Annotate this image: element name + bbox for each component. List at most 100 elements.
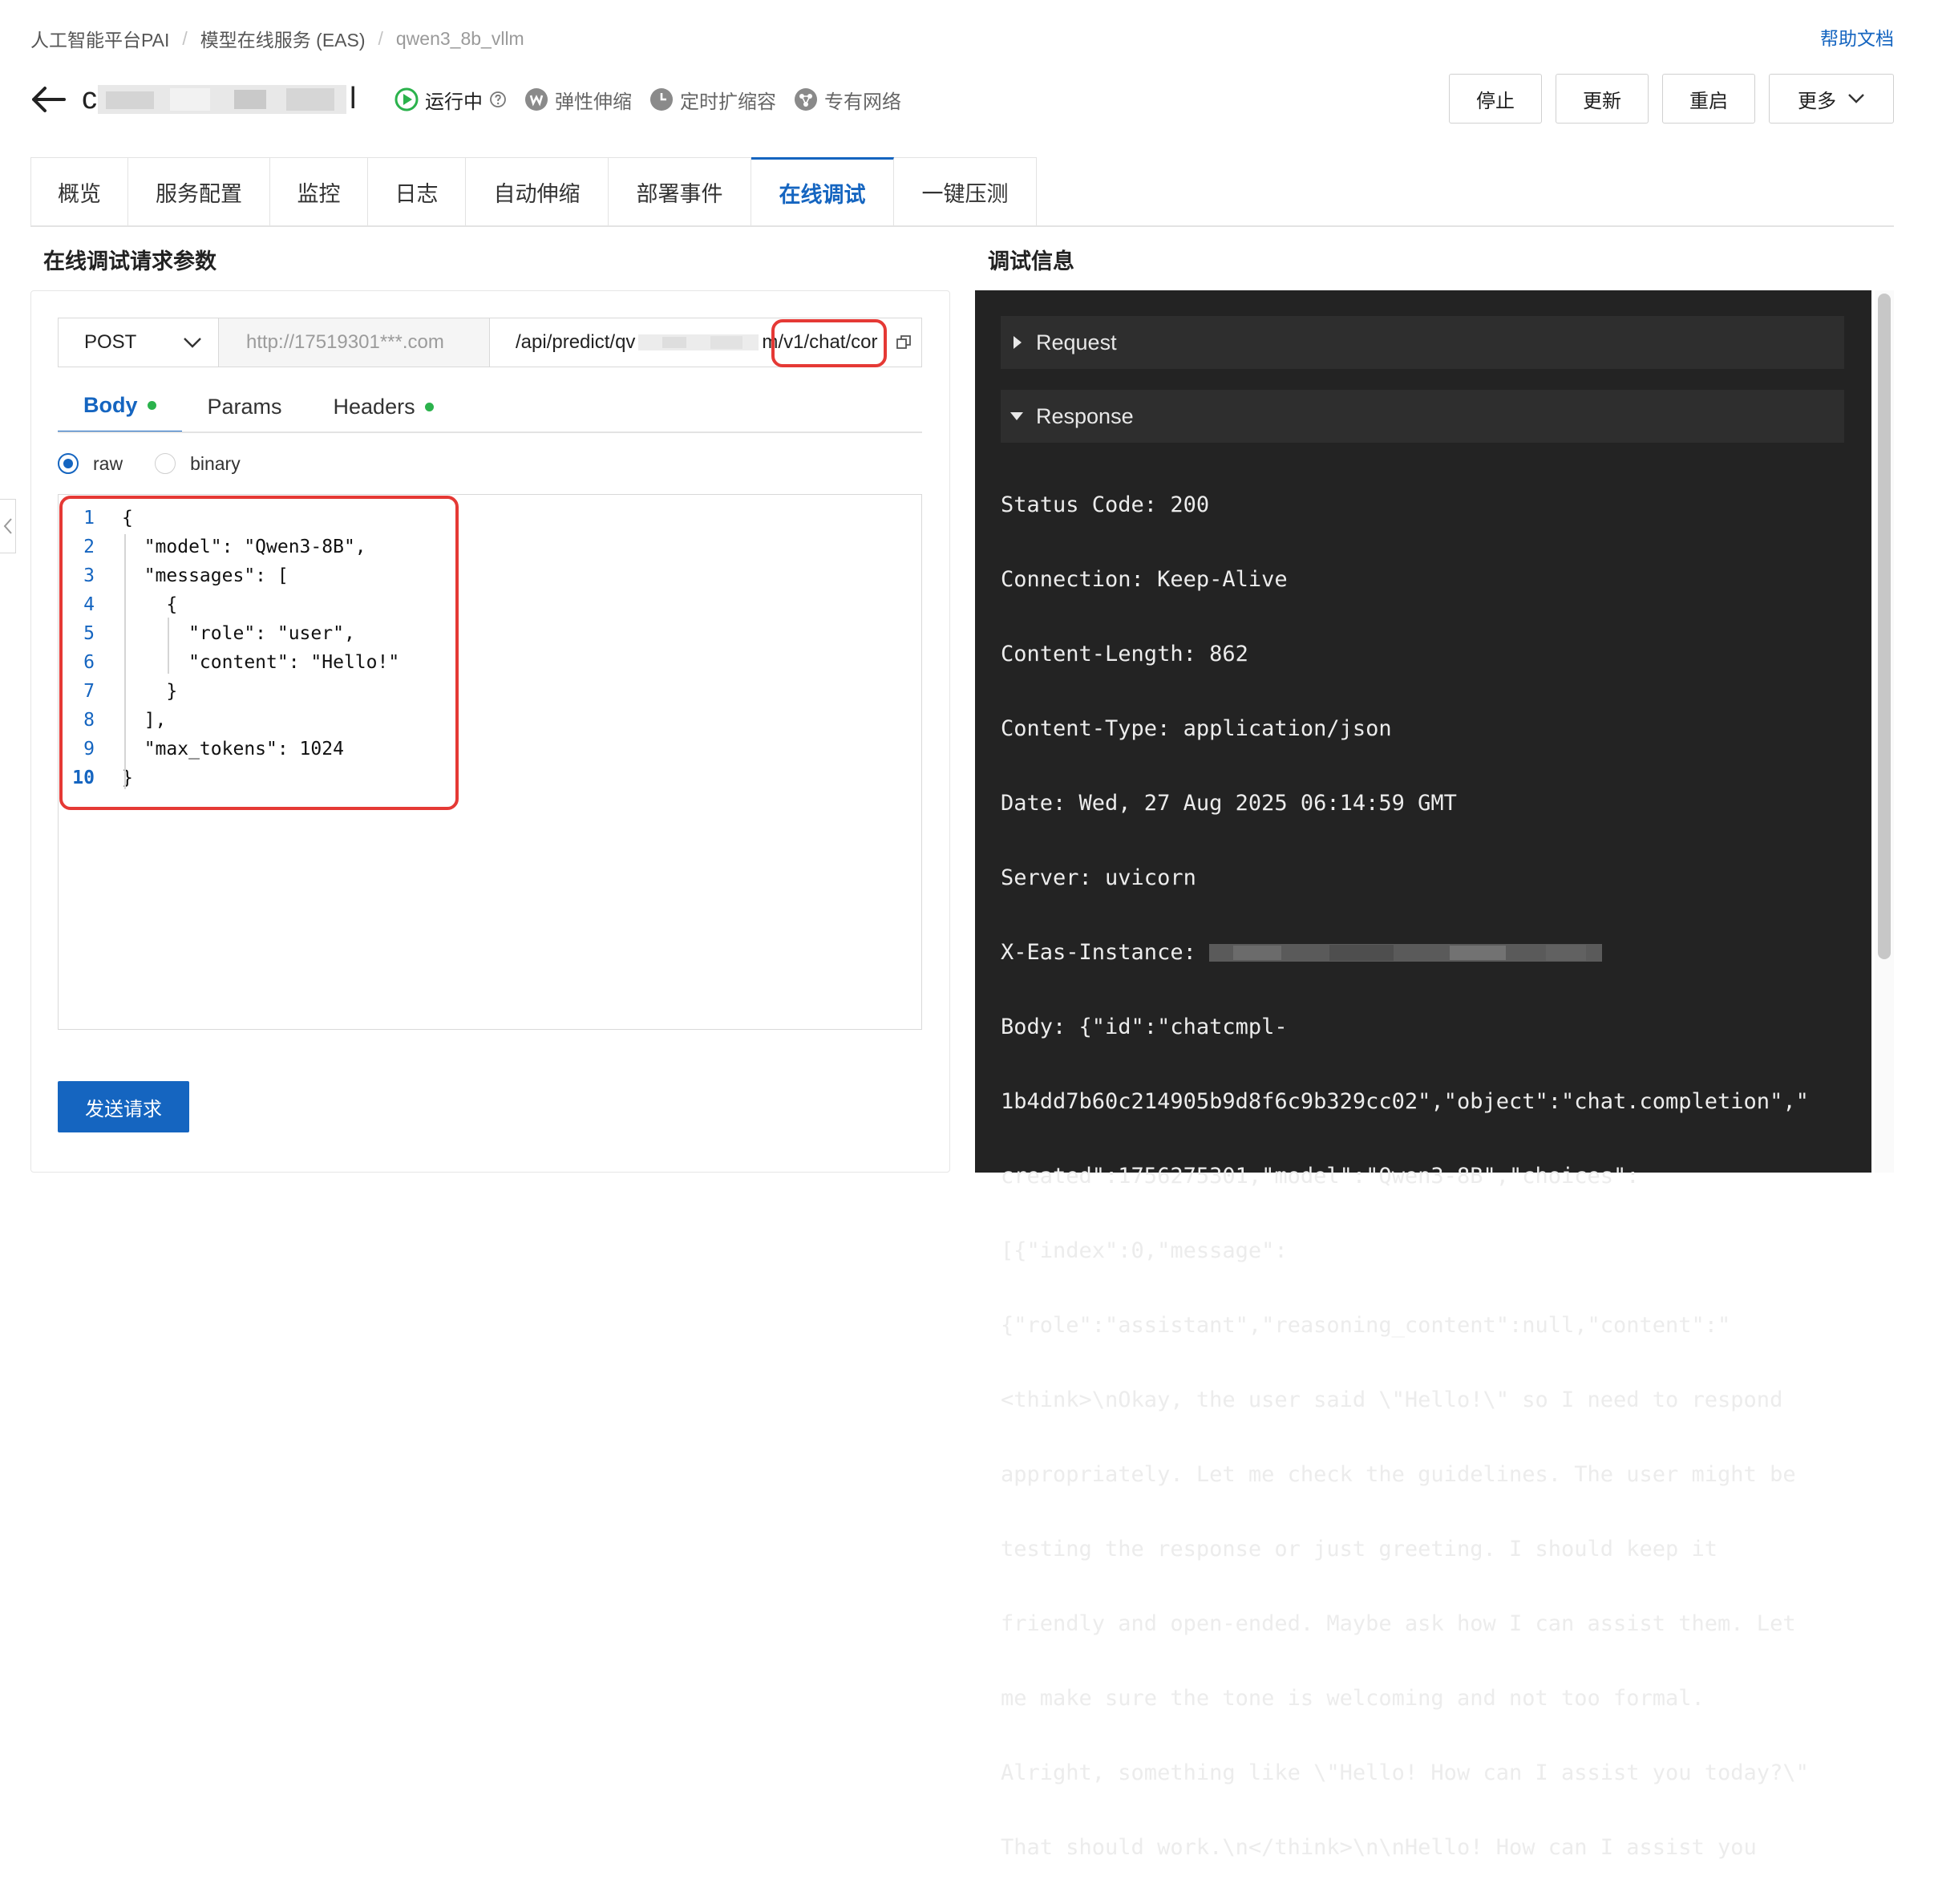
network-icon [795,88,817,111]
console-scrollbar[interactable] [1875,290,1894,1173]
subtab-headers[interactable]: Headers [308,380,459,433]
response-line: Status Code: 200 [1001,492,1210,517]
stop-button[interactable]: 停止 [1449,74,1542,124]
send-request-button[interactable]: 发送请求 [58,1081,189,1132]
response-line: me make sure the tone is welcoming and n… [1001,1685,1705,1711]
tab-service-config[interactable]: 服务配置 [128,157,270,226]
tab-stress-test[interactable]: 一键压测 [894,157,1037,226]
service-tabs: 概览 服务配置 监控 日志 自动伸缩 部署事件 在线调试 一键压测 [30,157,1037,226]
response-line-instance: X-Eas-Instance: [1001,934,1851,972]
status-scheduled: 定时扩缩容 [649,86,776,114]
update-button[interactable]: 更新 [1556,74,1649,124]
back-arrow-icon[interactable] [29,83,67,115]
running-icon [394,87,419,111]
status-vpc: 专有网络 [794,86,901,114]
tab-autoscaling[interactable]: 自动伸缩 [466,157,609,226]
help-circle-icon[interactable] [489,91,507,108]
body-set-dot [147,401,156,410]
response-line: Body: {"id":"chatcmpl- [1001,1014,1288,1039]
response-line: 1b4dd7b60c214905b9d8f6c9b329cc02","objec… [1001,1088,1809,1114]
response-line: friendly and open-ended. Maybe ask how I… [1001,1610,1796,1636]
raw-radio-label[interactable]: raw [93,453,123,475]
help-docs-link[interactable]: 帮助文档 [1820,24,1894,53]
copy-button[interactable] [886,318,921,367]
response-line: Alright, something like \"Hello! How can… [1001,1760,1809,1785]
body-highlight-box [59,496,459,810]
breadcrumb: 人工智能平台PAI / 模型在线服务 (EAS) / qwen3_8b_vllm [30,24,524,53]
copy-icon [896,335,911,349]
status-running-label: 运行中 [425,91,483,113]
debug-info-title: 调试信息 [988,249,1074,273]
response-line: {"role":"assistant","reasoning_content":… [1001,1312,1731,1338]
body-format-radios: raw binary [58,449,241,478]
breadcrumb-separator: / [182,27,188,49]
redaction-blur [98,85,346,114]
host-field: http://17519301***.com [219,318,490,367]
breadcrumb-item-pai[interactable]: 人工智能平台PAI [30,25,169,52]
response-line: [{"index":0,"message": [1001,1238,1288,1263]
tabs-divider [30,225,1894,227]
response-line: testing the response or just greeting. I… [1001,1536,1718,1562]
status-elastic: 弹性伸缩 [524,86,632,114]
breadcrumb-separator: / [378,27,383,49]
subtab-body-label: Body [83,393,138,417]
status-row: 运行中 弹性伸缩 定时扩缩容 专有网络 [394,83,919,115]
status-elastic-label: 弹性伸缩 [555,91,632,113]
tab-online-debug[interactable]: 在线调试 [751,157,894,226]
caret-down-icon [1010,412,1023,420]
subtab-params-label: Params [207,394,282,419]
redaction-blur [638,334,759,350]
status-scheduled-label: 定时扩缩容 [680,91,776,113]
subtab-headers-label: Headers [333,394,415,419]
response-line: Date: Wed, 27 Aug 2025 06:14:59 GMT [1001,790,1457,816]
service-name-suffix: l [350,82,357,115]
raw-radio[interactable] [58,453,79,474]
headers-set-dot [424,402,434,411]
subtabs-divider [58,431,922,433]
path-prefix: /api/predict/qv [516,331,636,353]
chevron-left-icon [3,518,12,534]
chevron-down-icon [1848,94,1864,103]
caret-right-icon [1014,336,1022,349]
status-running: 运行中 [394,86,507,114]
response-line: That should work.\n</think>\n\nHello! Ho… [1001,1834,1757,1860]
response-text: Status Code: 200 Connection: Keep-Alive … [1001,449,1851,1904]
restart-button[interactable]: 重启 [1662,74,1755,124]
response-line: Server: uvicorn [1001,865,1196,890]
subtab-params[interactable]: Params [182,380,308,433]
subtab-body[interactable]: Body [58,380,182,433]
more-dropdown-button[interactable]: 更多 [1769,74,1894,124]
tab-overview[interactable]: 概览 [30,157,128,226]
more-button-label: 更多 [1798,90,1836,112]
request-params-title: 在线调试请求参数 [43,249,216,273]
elastic-scaling-icon [525,88,548,111]
endpoint-highlight-box [771,319,887,367]
response-accordion-label: Response [1036,403,1134,428]
binary-radio-label[interactable]: binary [190,453,241,475]
binary-radio[interactable] [155,453,176,474]
response-line: X-Eas-Instance: [1001,939,1210,965]
breadcrumb-item-eas[interactable]: 模型在线服务 (EAS) [200,25,366,52]
response-line: appropriately. Let me check the guidelin… [1001,1461,1796,1487]
collapse-handle[interactable] [0,499,16,553]
request-subtabs: Body Params Headers [58,380,459,433]
action-buttons: 停止 更新 重启 更多 [1435,74,1894,124]
response-line: created":1756275301,"model":"Qwen3-8B","… [1001,1163,1640,1189]
redaction-blur [1209,944,1603,962]
response-accordion[interactable]: Response [1001,390,1844,443]
status-vpc-label: 专有网络 [824,91,901,113]
response-line: Content-Type: application/json [1001,715,1392,741]
request-accordion-label: Request [1036,330,1117,354]
tab-deploy-events[interactable]: 部署事件 [609,157,751,226]
tab-logs[interactable]: 日志 [368,157,466,226]
service-name-redacted: c l [82,74,358,125]
response-line: Connection: Keep-Alive [1001,566,1288,592]
method-select[interactable]: POST [59,318,219,367]
scrollbar-thumb[interactable] [1878,294,1891,959]
method-value: POST [84,331,137,353]
clock-icon [650,88,673,111]
request-accordion[interactable]: Request [1001,316,1844,369]
service-name-prefix: c [82,82,97,115]
response-line: <think>\nOkay, the user said \"Hello!\" … [1001,1387,1783,1412]
tab-monitoring[interactable]: 监控 [270,157,368,226]
